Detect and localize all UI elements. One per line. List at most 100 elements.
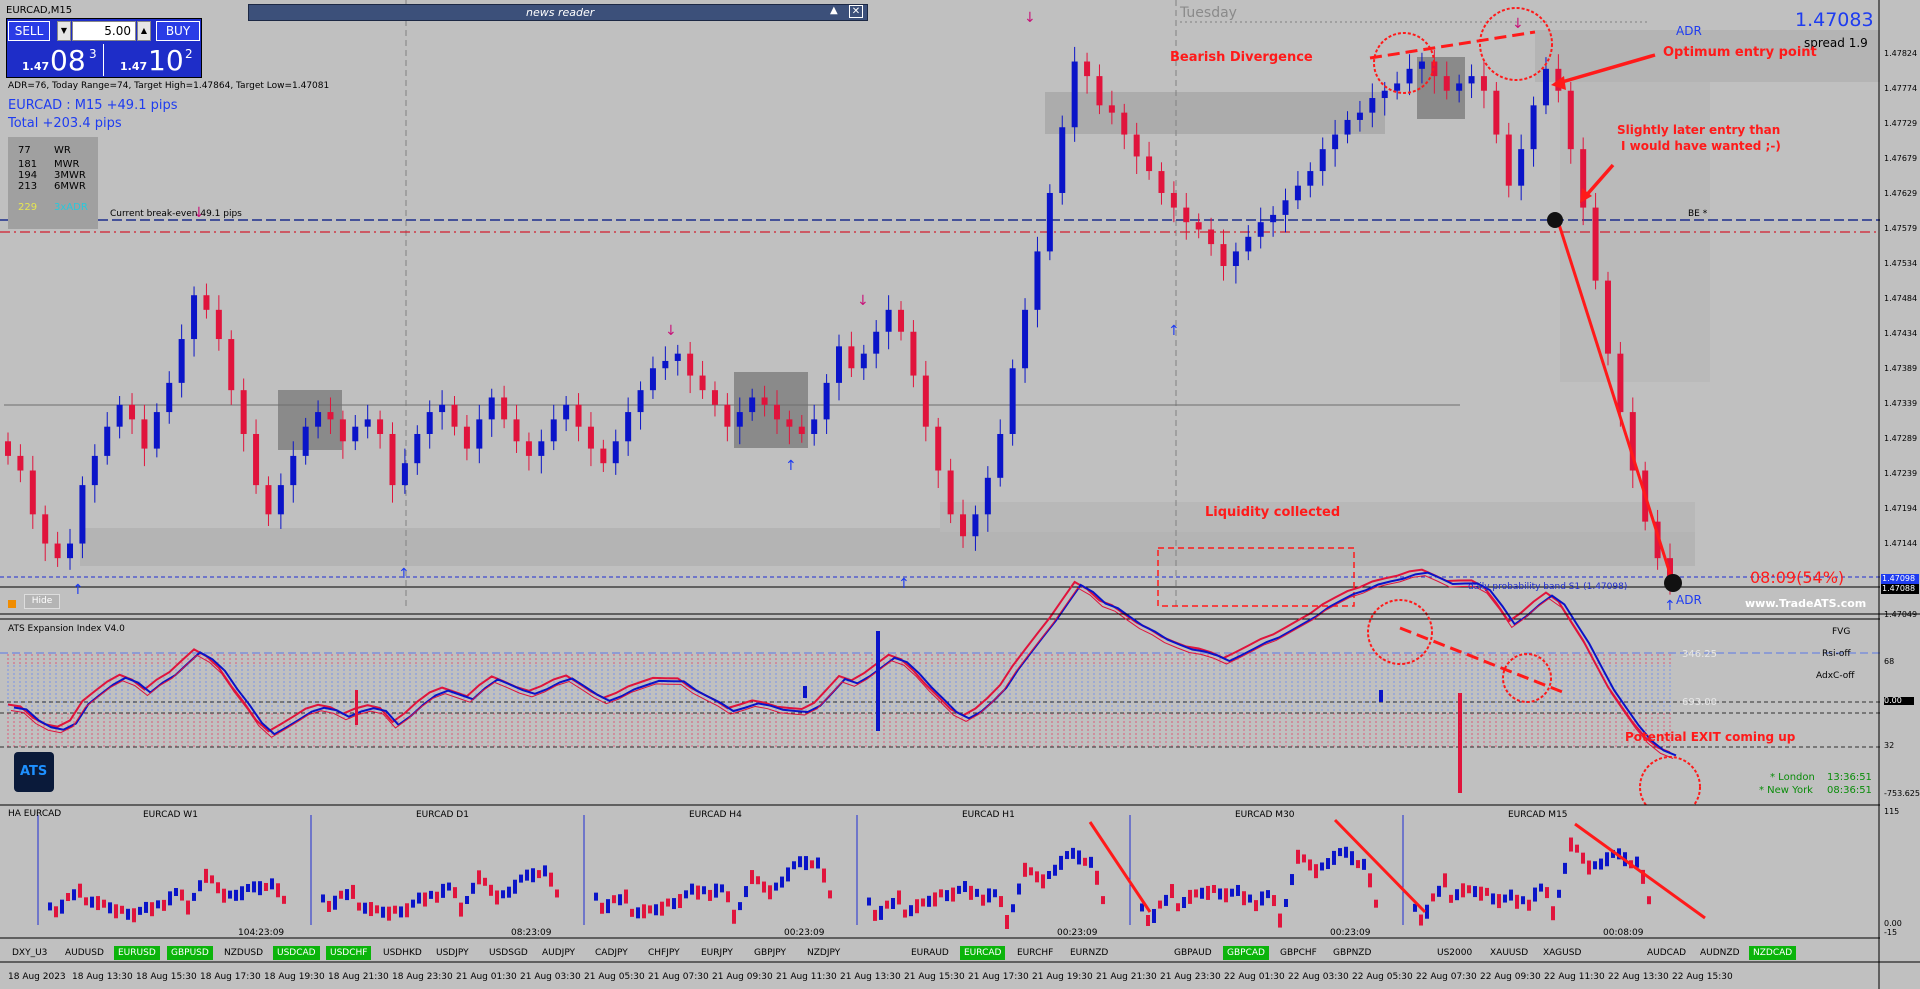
symbol-button-gbpjpy[interactable]: GBPJPY <box>750 946 790 960</box>
symbol-button-xauusd[interactable]: XAUUSD <box>1486 946 1532 960</box>
ha-chart-time: 08:23:09 <box>511 928 552 938</box>
ha-candle <box>1479 886 1483 901</box>
ha-candle <box>1101 896 1105 905</box>
sell-button[interactable]: SELL <box>8 21 50 41</box>
bear-candle <box>377 419 384 434</box>
symbol-button-audcad[interactable]: AUDCAD <box>1643 946 1690 960</box>
price-axis-label: 1.47194 <box>1884 504 1918 513</box>
entry-marker <box>1547 212 1563 228</box>
symbol-button-chfjpy[interactable]: CHFJPY <box>644 946 684 960</box>
symbol-button-nzdjpy[interactable]: NZDJPY <box>803 946 844 960</box>
ha-candle <box>258 881 262 896</box>
wr-label: 6MWR <box>54 181 86 192</box>
sell-price[interactable]: 1.47 08 3 <box>8 44 102 76</box>
bear-candle <box>1208 229 1215 245</box>
ha-candle <box>1497 894 1501 909</box>
symbol-button-audusd[interactable]: AUDUSD <box>61 946 108 960</box>
ha-candle <box>477 870 481 885</box>
buy-price[interactable]: 1.47 10 2 <box>106 44 200 76</box>
sell-price-big: 08 <box>50 44 86 77</box>
ha-candle <box>1593 861 1597 870</box>
ha-candle <box>648 905 652 914</box>
bear-candle <box>339 419 346 442</box>
symbol-button-nzdusd[interactable]: NZDUSD <box>220 946 267 960</box>
bear-candle <box>1592 207 1599 281</box>
ha-candle <box>1569 837 1573 852</box>
symbol-button-cadjpy[interactable]: CADJPY <box>591 946 632 960</box>
ha-candle <box>594 892 598 901</box>
ha-candle <box>1419 914 1423 926</box>
lot-down-button[interactable]: ▼ <box>57 21 71 41</box>
bear-candle <box>17 455 24 471</box>
bull-candle <box>67 543 74 559</box>
fvg-toggle[interactable]: FVG <box>1832 628 1850 637</box>
bear-candle <box>501 397 508 420</box>
time-axis-label: 21 Aug 13:30 <box>840 972 901 982</box>
lot-up-button[interactable]: ▲ <box>137 21 151 41</box>
rsi-toggle[interactable]: Rsi-off <box>1822 650 1851 659</box>
symbol-button-usdcad[interactable]: USDCAD <box>273 946 320 960</box>
ha-candle <box>714 883 718 898</box>
svg-text:↑: ↑ <box>1168 323 1180 339</box>
ha-candle <box>678 894 682 909</box>
ha-candle <box>90 896 94 908</box>
ha-candle <box>393 905 397 914</box>
ha-candle <box>744 886 748 898</box>
symbol-button-eurnzd[interactable]: EURNZD <box>1066 946 1112 960</box>
svg-text:↑: ↑ <box>398 566 410 582</box>
svg-text:↓: ↓ <box>1512 16 1524 32</box>
symbol-button-audnzd[interactable]: AUDNZD <box>1696 946 1744 960</box>
ha-candle <box>537 870 541 879</box>
symbol-button-eurjpy[interactable]: EURJPY <box>697 946 737 960</box>
ha-candle <box>957 885 961 894</box>
ha-candle <box>204 868 208 883</box>
news-close-icon[interactable]: ✕ <box>849 5 863 18</box>
ha-candle <box>1563 862 1567 874</box>
price-axis-label: 1.47729 <box>1884 119 1918 128</box>
lot-size-input[interactable]: 5.00 <box>72 21 136 41</box>
symbol-button-euraud[interactable]: EURAUD <box>907 946 953 960</box>
ha-candle <box>1059 855 1063 870</box>
symbol-button-nzdcad[interactable]: NZDCAD <box>1749 946 1797 960</box>
symbol-button-eurchf[interactable]: EURCHF <box>1013 946 1057 960</box>
symbol-button-gbpchf[interactable]: GBPCHF <box>1276 946 1321 960</box>
bull-candle <box>1356 112 1363 120</box>
bear-candle <box>786 419 793 427</box>
news-collapse-icon[interactable]: ▲ <box>830 6 838 16</box>
bear-candle <box>922 375 929 427</box>
ha-candle <box>120 905 124 914</box>
symbol-button-eurcad[interactable]: EURCAD <box>960 946 1006 960</box>
symbol-button-xagusd[interactable]: XAGUSD <box>1539 946 1585 960</box>
hide-button[interactable]: Hide <box>24 594 60 609</box>
symbol-button-gbpcad[interactable]: GBPCAD <box>1223 946 1269 960</box>
bear-candle <box>910 331 917 376</box>
adxc-toggle[interactable]: AdxC-off <box>1816 672 1854 681</box>
symbol-button-usdhkd[interactable]: USDHKD <box>379 946 426 960</box>
symbol-button-us2000[interactable]: US2000 <box>1433 946 1476 960</box>
ha-candle <box>879 905 883 920</box>
ha-candle <box>1557 889 1561 898</box>
symbol-button-usdjpy[interactable]: USDJPY <box>432 946 473 960</box>
buy-button[interactable]: BUY <box>156 21 200 41</box>
symbol-button-gbpusd[interactable]: GBPUSD <box>167 946 213 960</box>
hide-toggle-icon[interactable] <box>8 600 16 608</box>
ha-candle <box>1236 884 1240 896</box>
bear-candle <box>327 412 334 420</box>
ha-candle <box>1374 899 1378 908</box>
bull-candle <box>823 382 830 420</box>
symbol-button-dxy_u3[interactable]: DXY_U3 <box>8 946 51 960</box>
symbol-button-usdchf[interactable]: USDCHF <box>326 946 372 960</box>
bear-candle <box>1133 134 1140 157</box>
symbol-button-usdsgd[interactable]: USDSGD <box>485 946 532 960</box>
ha-candle <box>48 902 52 911</box>
symbol-button-gbpaud[interactable]: GBPAUD <box>1170 946 1216 960</box>
symbol-button-audjpy[interactable]: AUDJPY <box>538 946 579 960</box>
bear-candle <box>587 426 594 449</box>
ha-candle <box>1635 856 1639 868</box>
symbol-button-eurusd[interactable]: EURUSD <box>114 946 160 960</box>
ha-candle <box>963 881 967 893</box>
symbol-button-gbpnzd[interactable]: GBPNZD <box>1329 946 1375 960</box>
ha-candle <box>339 890 343 899</box>
bear-candle <box>1443 76 1450 91</box>
ha-candle <box>321 894 325 903</box>
